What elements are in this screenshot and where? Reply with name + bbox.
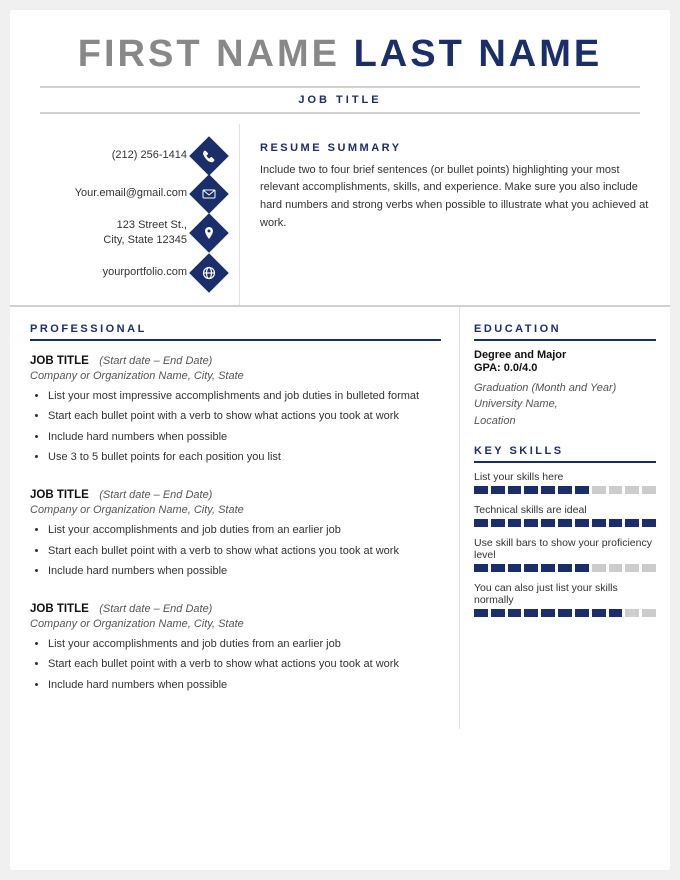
job-title-line-1: JOB TITLE (Start date – End Date) xyxy=(30,351,441,369)
skill-label-3: Use skill bars to show your proficiency … xyxy=(474,537,656,561)
summary-text: Include two to four brief sentences (or … xyxy=(260,162,650,232)
edu-graduation: Graduation (Month and Year) University N… xyxy=(474,380,656,430)
email-text: Your.email@gmail.com xyxy=(75,186,187,201)
header: FIRST NAME LAST NAME JOB TITLE xyxy=(10,10,670,124)
skill-bar-3 xyxy=(474,564,656,572)
job-bullets-2: List your accomplishments and job duties… xyxy=(30,522,441,581)
skill-bar-1 xyxy=(474,486,656,494)
summary-title: RESUME SUMMARY xyxy=(260,142,650,154)
skills-title: KEY SKILLS xyxy=(474,445,656,463)
portfolio-icon xyxy=(189,253,229,293)
skill-item-4: You can also just list your skills norma… xyxy=(474,582,656,617)
list-item: List your most impressive accomplishment… xyxy=(48,388,441,406)
list-item: Use 3 to 5 bullet points for each positi… xyxy=(48,449,441,467)
skill-label-1: List your skills here xyxy=(474,471,656,483)
job-block-3: JOB TITLE (Start date – End Date) Compan… xyxy=(30,599,441,695)
professional-column: PROFESSIONAL JOB TITLE (Start date – End… xyxy=(10,307,460,729)
skill-label-4: You can also just list your skills norma… xyxy=(474,582,656,606)
skill-item-3: Use skill bars to show your proficiency … xyxy=(474,537,656,572)
address-icon xyxy=(189,213,229,253)
edu-degree: Degree and Major xyxy=(474,349,656,361)
summary-column: RESUME SUMMARY Include two to four brief… xyxy=(240,124,670,305)
contact-column: (212) 256-1414 Your.email@gmail.com xyxy=(10,124,240,305)
list-item: List your accomplishments and job duties… xyxy=(48,636,441,654)
skill-item-2: Technical skills are ideal xyxy=(474,504,656,527)
skill-item-1: List your skills here xyxy=(474,471,656,494)
phone-item: (212) 256-1414 xyxy=(30,142,223,170)
resume-container: FIRST NAME LAST NAME JOB TITLE (212) 256… xyxy=(10,10,670,870)
main-section: PROFESSIONAL JOB TITLE (Start date – End… xyxy=(10,305,670,729)
list-item: Include hard numbers when possible xyxy=(48,429,441,447)
job-bullets-1: List your most impressive accomplishment… xyxy=(30,388,441,467)
email-item: Your.email@gmail.com xyxy=(30,180,223,208)
education-section: EDUCATION Degree and Major GPA: 0.0/4.0 … xyxy=(474,323,656,430)
list-item: List your accomplishments and job duties… xyxy=(48,522,441,540)
job-block-1: JOB TITLE (Start date – End Date) Compan… xyxy=(30,351,441,467)
address-item: 123 Street St., City, State 12345 xyxy=(30,218,223,249)
list-item: Start each bullet point with a verb to s… xyxy=(48,543,441,561)
portfolio-text: yourportfolio.com xyxy=(103,265,187,280)
email-icon xyxy=(189,174,229,214)
skill-bar-4 xyxy=(474,609,656,617)
last-name: LAST NAME xyxy=(354,33,603,75)
first-name: FIRST NAME xyxy=(78,33,340,75)
skill-bar-2 xyxy=(474,519,656,527)
professional-title: PROFESSIONAL xyxy=(30,323,441,341)
list-item: Start each bullet point with a verb to s… xyxy=(48,408,441,426)
phone-text: (212) 256-1414 xyxy=(112,148,187,163)
list-item: Start each bullet point with a verb to s… xyxy=(48,656,441,674)
top-section: (212) 256-1414 Your.email@gmail.com xyxy=(10,124,670,305)
address-text: 123 Street St., City, State 12345 xyxy=(103,218,187,249)
job-title-header: JOB TITLE xyxy=(40,94,640,106)
phone-icon xyxy=(189,136,229,176)
right-column: EDUCATION Degree and Major GPA: 0.0/4.0 … xyxy=(460,307,670,729)
job-title-line-2: JOB TITLE (Start date – End Date) xyxy=(30,485,441,503)
portfolio-item: yourportfolio.com xyxy=(30,259,223,287)
education-title: EDUCATION xyxy=(474,323,656,341)
job-block-2: JOB TITLE (Start date – End Date) Compan… xyxy=(30,485,441,581)
list-item: Include hard numbers when possible xyxy=(48,563,441,581)
list-item: Include hard numbers when possible xyxy=(48,677,441,695)
job-title-line-3: JOB TITLE (Start date – End Date) xyxy=(30,599,441,617)
edu-gpa: GPA: 0.0/4.0 xyxy=(474,362,656,374)
full-name: FIRST NAME LAST NAME xyxy=(40,34,640,76)
skills-section: KEY SKILLS List your skills here xyxy=(474,445,656,617)
skill-label-2: Technical skills are ideal xyxy=(474,504,656,516)
job-bullets-3: List your accomplishments and job duties… xyxy=(30,636,441,695)
